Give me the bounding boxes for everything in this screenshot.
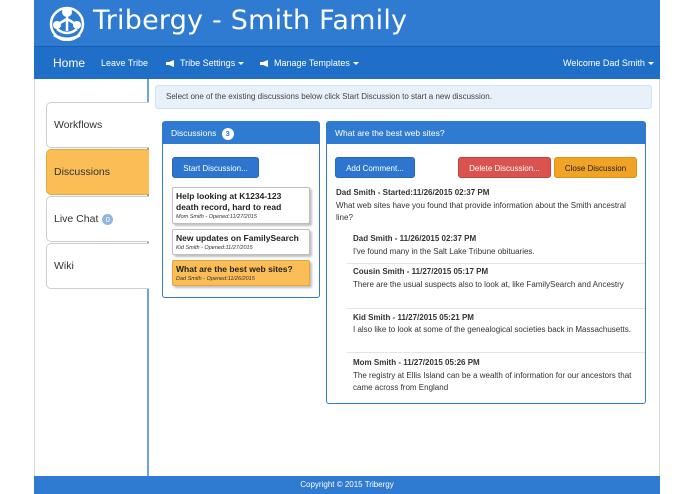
caret-down-icon <box>352 62 359 66</box>
starter-post-header: Dad Smith - Started:11/26/2015 02:37 PM <box>336 188 490 197</box>
caret-down-icon <box>647 62 654 66</box>
sidebar: Workflows Discussions Live Chat 0 Wiki <box>34 79 149 476</box>
reply-header: Mom Smith - 11/27/2015 05:26 PM <box>353 358 480 367</box>
top-navbar: Home Leave Tribe Tribe Settings Manage T… <box>34 46 660 79</box>
brand-bar: Tribergy - Smith Family <box>34 0 660 46</box>
info-message: Select one of the existing discussions b… <box>155 85 652 109</box>
sidebar-item-workflows[interactable]: Workflows <box>46 102 149 148</box>
close-discussion-button[interactable]: Close Discussion <box>554 157 637 178</box>
discussion-meta: Mom Smith - Opened:11/27/2015 <box>176 214 257 220</box>
nav-leave-tribe-link[interactable]: Leave Tribe <box>101 47 148 80</box>
sidebar-item-label: Workflows <box>54 119 103 131</box>
reply-body: I've found many in the Salt Lake Tribune… <box>353 247 535 256</box>
starter-post-body: What web sites have you found that provi… <box>336 201 626 222</box>
caret-down-icon <box>238 62 245 66</box>
reply-divider <box>347 263 645 264</box>
sidebar-item-label: Live Chat <box>54 213 99 225</box>
megaphone-icon <box>166 60 174 67</box>
reply-body: There are the usual suspects also to loo… <box>353 280 624 289</box>
start-discussion-button[interactable]: Start Discussion... <box>172 157 259 178</box>
discussion-title: New updates on FamilySearch <box>176 233 299 243</box>
discussion-list-item[interactable]: Help looking at K1234-123 death record, … <box>172 187 310 224</box>
discussion-meta: Kid Smith - Opened:11/27/2015 <box>176 245 253 251</box>
reply-divider <box>347 308 645 309</box>
nav-manage-templates-label: Manage Templates <box>274 58 350 68</box>
megaphone-icon <box>260 60 268 67</box>
add-comment-button[interactable]: Add Comment... <box>335 157 415 178</box>
welcome-label: Welcome Dad Smith <box>563 58 645 68</box>
sidebar-item-live-chat[interactable]: Live Chat 0 <box>46 196 149 242</box>
reply-header: Cousin Smith - 11/27/2015 05:17 PM <box>353 267 489 276</box>
discussion-title: What are the best web sites? <box>176 264 293 274</box>
reply-header: Kid Smith - 11/27/2015 05:21 PM <box>353 313 474 322</box>
nav-manage-templates-dropdown[interactable]: Manage Templates <box>260 47 359 80</box>
delete-discussion-button[interactable]: Delete Discussion... <box>458 157 551 178</box>
footer-copyright: Copyright © 2015 Tribergy <box>34 476 660 494</box>
discussion-thread-panel: What are the best web sites? Add Comment… <box>326 121 646 404</box>
thread-title: What are the best web sites? <box>335 128 445 138</box>
reply-header: Dad Smith - 11/26/2015 02:37 PM <box>353 234 477 243</box>
discussions-panel-header: Discussions 3 <box>163 122 319 144</box>
thread-panel-header: What are the best web sites? <box>327 122 645 144</box>
app-title: Tribergy - Smith Family <box>93 5 408 36</box>
nav-tribe-settings-dropdown[interactable]: Tribe Settings <box>166 47 245 80</box>
user-menu-dropdown[interactable]: Welcome Dad Smith <box>563 47 654 80</box>
nav-tribe-settings-label: Tribe Settings <box>180 58 236 68</box>
nav-home-link[interactable]: Home <box>53 47 85 80</box>
sidebar-item-wiki[interactable]: Wiki <box>46 243 149 289</box>
discussion-meta: Dad Smith - Opened:11/26/2015 <box>176 276 255 282</box>
reply-body: The registry at Ellis Island can be a we… <box>353 371 632 392</box>
discussion-title: Help looking at K1234-123 death record, … <box>176 191 282 212</box>
sidebar-item-label: Wiki <box>54 260 74 272</box>
discussions-panel-title: Discussions <box>171 128 217 138</box>
discussion-list-item[interactable]: New updates on FamilySearch Kid Smith - … <box>172 229 310 255</box>
family-tree-logo-icon <box>49 6 85 41</box>
reply-body: I also like to look at some of the genea… <box>353 325 631 334</box>
live-chat-count-badge: 0 <box>102 213 114 225</box>
discussions-panel: Discussions 3 Start Discussion... Help l… <box>162 121 320 298</box>
sidebar-item-discussions[interactable]: Discussions <box>46 149 149 195</box>
discussions-count-badge: 3 <box>221 128 234 140</box>
reply-divider <box>347 352 645 353</box>
sidebar-item-label: Discussions <box>54 166 111 178</box>
discussion-list-item-selected[interactable]: What are the best web sites? Dad Smith -… <box>172 260 310 286</box>
